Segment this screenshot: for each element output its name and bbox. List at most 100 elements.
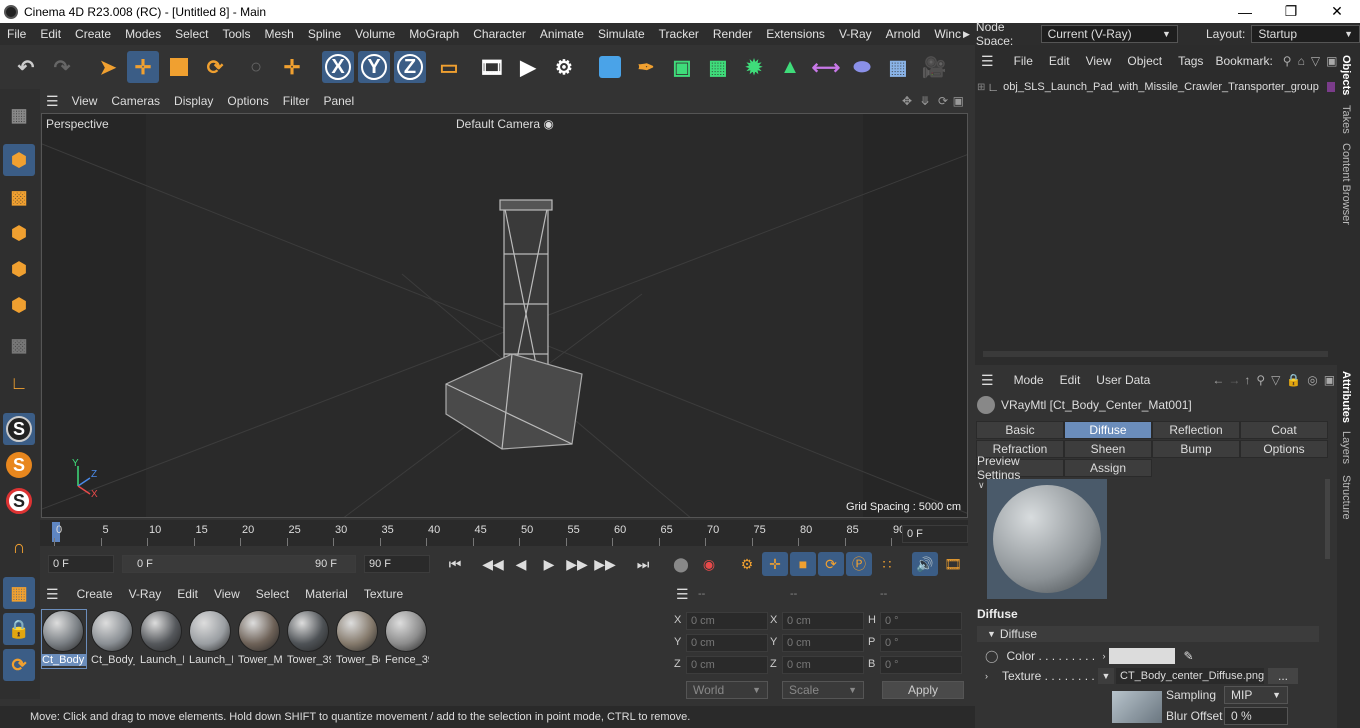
key-position-icon[interactable]: ✛: [762, 552, 788, 576]
up-arrow-icon[interactable]: ↑: [1244, 373, 1250, 387]
render-view-icon[interactable]: 🎞: [476, 51, 508, 83]
coord-value-field[interactable]: 0 °: [880, 656, 962, 674]
menu-window[interactable]: Winc: [927, 27, 963, 41]
menu-mesh[interactable]: Mesh: [257, 27, 300, 41]
material-item[interactable]: Tower_M: [238, 610, 282, 668]
end-frame-field[interactable]: 90 F: [364, 555, 430, 573]
attribute-tab[interactable]: Basic: [976, 421, 1064, 439]
material-menu-vray[interactable]: V-Ray: [121, 587, 170, 601]
menu-tracker[interactable]: Tracker: [652, 27, 706, 41]
menu-arnold[interactable]: Arnold: [879, 27, 928, 41]
next-key-icon[interactable]: ▶▶: [592, 552, 618, 576]
menu-simulate[interactable]: Simulate: [591, 27, 652, 41]
side-tab-takes[interactable]: Takes: [1340, 105, 1352, 134]
points-mode-icon[interactable]: ⬢: [3, 217, 35, 249]
animation-key-icon[interactable]: ◯: [985, 649, 998, 663]
play-icon[interactable]: ▶: [536, 552, 562, 576]
menu-overflow-icon[interactable]: ▶: [963, 29, 970, 40]
forward-arrow-icon[interactable]: →: [1228, 373, 1240, 387]
coord-space-dropdown[interactable]: World ▼: [686, 681, 768, 699]
menu-select[interactable]: Select: [168, 27, 215, 41]
search-icon[interactable]: ⚲: [1256, 373, 1265, 387]
next-frame-icon[interactable]: ▶▶: [564, 552, 590, 576]
close-button[interactable]: ✕: [1314, 0, 1360, 23]
texture-menu-button[interactable]: ▼: [1098, 668, 1114, 684]
select-arrow-icon[interactable]: ➤: [92, 51, 124, 83]
sampling-dropdown[interactable]: MIP ▼: [1224, 686, 1288, 704]
pen-spline-icon[interactable]: ✒: [630, 51, 662, 83]
material-menu-material[interactable]: Material: [297, 587, 356, 601]
key-pla-icon[interactable]: ∷: [874, 552, 900, 576]
material-item[interactable]: Launch_I: [189, 610, 233, 668]
start-frame-field[interactable]: 0 F: [48, 555, 114, 573]
objects-menu-object[interactable]: Object: [1119, 54, 1170, 68]
frame-range-slider[interactable]: 0 F 90 F: [122, 555, 356, 573]
node-space-dropdown[interactable]: Current (V-Ray) ▼: [1040, 25, 1178, 43]
z-axis-button[interactable]: Z: [394, 51, 426, 83]
texture-mode-icon[interactable]: ▩: [3, 181, 35, 213]
material-menu-edit[interactable]: Edit: [169, 587, 206, 601]
edges-mode-icon[interactable]: ⬢: [3, 253, 35, 285]
coord-value-field[interactable]: 0 cm: [686, 656, 768, 674]
material-menu-texture[interactable]: Texture: [356, 587, 411, 601]
recent-tools-icon[interactable]: ○: [240, 51, 272, 83]
workplane-icon[interactable]: ▦: [3, 577, 35, 609]
blur-offset-field[interactable]: 0 %: [1224, 707, 1288, 725]
maximize-button[interactable]: ❐: [1268, 0, 1314, 23]
coord-value-field[interactable]: 0 °: [880, 612, 962, 630]
browse-button[interactable]: ...: [1268, 668, 1298, 684]
coord-value-field[interactable]: 0 cm: [782, 634, 864, 652]
previous-frame-icon[interactable]: ◀: [508, 552, 534, 576]
camera-icon[interactable]: 🎥: [918, 51, 950, 83]
menu-volume[interactable]: Volume: [348, 27, 402, 41]
material-menu-create[interactable]: Create: [69, 587, 121, 601]
key-rotation-icon[interactable]: ⟳: [818, 552, 844, 576]
object-row[interactable]: ⊞ ∟ obj_SLS_Launch_Pad_with_Missile_Craw…: [977, 78, 1335, 96]
cloner-icon[interactable]: ✹: [738, 51, 770, 83]
material-item[interactable]: Ct_Body_: [91, 610, 135, 668]
current-frame-field[interactable]: 0 F: [902, 525, 968, 543]
home-icon[interactable]: ⌂: [1298, 54, 1305, 68]
attribute-tab[interactable]: Options: [1240, 440, 1328, 458]
render-picture-viewer-icon[interactable]: ▶: [512, 51, 544, 83]
axis-mode-icon[interactable]: ∟: [3, 367, 35, 399]
menu-create[interactable]: Create: [68, 27, 118, 41]
attribute-tab[interactable]: Bump: [1152, 440, 1240, 458]
polygons-mode-icon[interactable]: ⬢: [3, 289, 35, 321]
filter-icon[interactable]: ▽: [1271, 373, 1280, 387]
side-tab-layers[interactable]: Layers: [1340, 431, 1352, 464]
sound-icon[interactable]: 🔊: [912, 552, 938, 576]
model-mode-icon[interactable]: ⬢: [3, 144, 35, 176]
go-to-end-icon[interactable]: ⏭: [630, 552, 656, 576]
diffuse-group-header[interactable]: ▼ Diffuse: [977, 626, 1319, 642]
material-item[interactable]: Tower_39: [287, 610, 331, 668]
objects-menu-view[interactable]: View: [1078, 54, 1120, 68]
expand-icon[interactable]: ⊞: [977, 82, 985, 93]
snap-s-icon[interactable]: S: [3, 413, 35, 445]
generator-icon[interactable]: ▦: [702, 51, 734, 83]
quantize-icon[interactable]: ⟳: [3, 649, 35, 681]
side-tab-attributes[interactable]: Attributes: [1340, 371, 1352, 423]
x-axis-button[interactable]: X: [322, 51, 354, 83]
menu-edit[interactable]: Edit: [33, 27, 68, 41]
vscrollbar[interactable]: [1325, 479, 1330, 559]
scale-tool-icon[interactable]: [163, 51, 195, 83]
cube-icon[interactable]: [594, 51, 626, 83]
objects-menu-edit[interactable]: Edit: [1041, 54, 1078, 68]
material-item[interactable]: Ct_Body: [41, 609, 87, 669]
expand-arrow-icon[interactable]: ›: [985, 671, 988, 681]
field-icon[interactable]: ⬬: [846, 51, 878, 83]
redo-icon[interactable]: ↷: [46, 51, 78, 83]
search-icon[interactable]: ⚲: [1283, 54, 1292, 68]
viewport-dolly-icon[interactable]: ⤋: [920, 94, 930, 108]
attribute-tab[interactable]: Assign: [1064, 459, 1152, 477]
attribute-tab[interactable]: Reflection: [1152, 421, 1240, 439]
attr-menu-edit[interactable]: Edit: [1052, 373, 1089, 387]
hamburger-icon[interactable]: ☰: [676, 586, 689, 603]
material-item[interactable]: Launch_I: [140, 610, 184, 668]
snap-settings-icon[interactable]: S: [3, 449, 35, 481]
keyframe-selection-icon[interactable]: ⚙: [734, 552, 760, 576]
objects-hscrollbar[interactable]: [983, 351, 1328, 357]
y-axis-button[interactable]: Y: [358, 51, 390, 83]
menu-animate[interactable]: Animate: [533, 27, 591, 41]
